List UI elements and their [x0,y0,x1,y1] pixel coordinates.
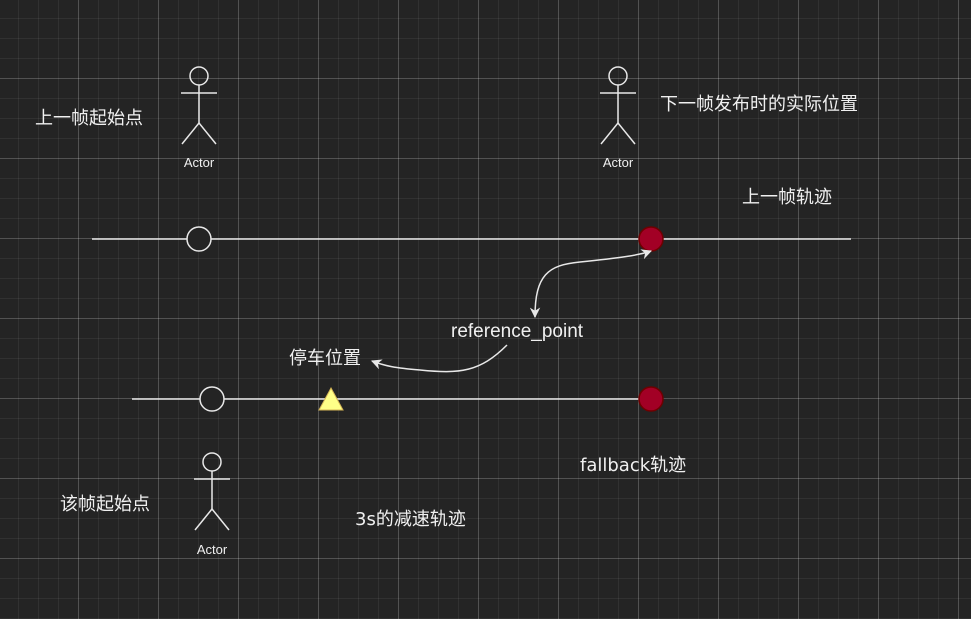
actual-position-label: 下一帧发布时的实际位置 [660,94,858,115]
actor-right-leg [211,508,230,531]
actor-right-leg [198,122,217,145]
diagram-canvas: Actor Actor Actor 上一帧起始点 下一帧发布时的实际位置 上一帧… [0,0,971,619]
actor-head [189,66,209,86]
actor-head [608,66,628,86]
actor-left-leg [600,122,619,145]
stop-position-label: 停车位置 [289,348,361,369]
reference-point-label: reference_point [451,321,584,342]
diagram-svg [92,66,851,531]
actor-cur-start[interactable] [194,452,230,531]
cur-start-label: 该帧起始点 [60,494,150,515]
actor-right-leg [617,122,636,145]
fallback-end-node[interactable] [638,386,664,412]
actor-label: Actor [196,542,228,557]
actor-prev-start[interactable] [181,66,217,145]
fallback-trajectory-label: fallback轨迹 [580,455,687,476]
prev-start-label: 上一帧起始点 [35,108,143,129]
actor-left-leg [181,122,200,145]
actor-actual-pos[interactable] [600,66,636,145]
actor-left-leg [194,508,213,531]
reference-point-arrow[interactable] [529,249,652,319]
actor-label: Actor [183,155,215,170]
decel-trajectory-label: 3s的减速轨迹 [355,509,466,530]
stop-position-arrow[interactable] [371,344,508,373]
prev-trajectory-label: 上一帧轨迹 [742,187,832,208]
prev-actual-node[interactable] [638,226,664,252]
actor-head [202,452,222,472]
cur-start-node[interactable] [199,386,225,412]
actor-label: Actor [602,155,634,170]
prev-start-node[interactable] [186,226,212,252]
